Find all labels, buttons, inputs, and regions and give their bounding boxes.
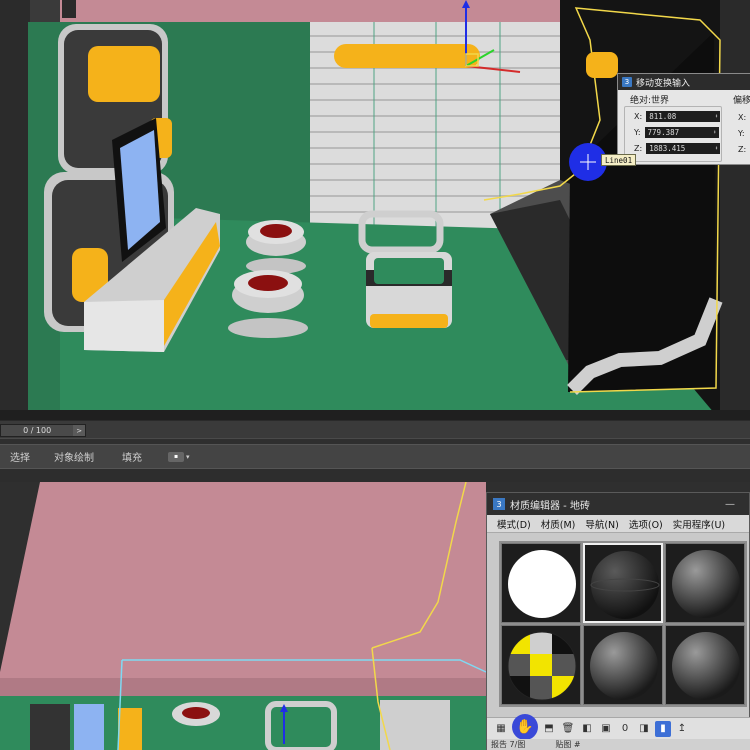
next-frame-arrow-icon[interactable]: > <box>73 427 85 435</box>
ribbon-tab-object-paint[interactable]: 对象绘制 <box>54 449 94 464</box>
absolute-world-label: 绝对:世界 <box>630 96 670 106</box>
chevron-down-icon[interactable]: ▾ <box>186 453 190 461</box>
menu-utilities[interactable]: 实用程序(U) <box>673 517 725 531</box>
go-to-parent-icon[interactable]: ↥ <box>674 721 690 737</box>
sample-slots-grid <box>499 541 747 707</box>
put-to-library-icon[interactable]: ▣ <box>598 721 614 737</box>
assign-material-icon[interactable]: ⬒ <box>541 721 557 737</box>
absolute-z-row: Z: 1883.415 ⬍ <box>634 143 721 154</box>
spinner-icon[interactable]: ⬍ <box>715 113 719 120</box>
3dsmax-logo-icon: 3 <box>493 498 505 510</box>
minimize-button[interactable]: — <box>725 499 735 510</box>
ribbon-tab-populate[interactable]: 填充 <box>122 449 142 464</box>
panel-separator <box>0 468 750 482</box>
app-root: 3 移动变换输入 绝对:世界 偏移 X: 811.08 ⬍ Y: 779.387 ⬍… <box>0 0 750 750</box>
material-editor-status: 报告 7/图 贴图 # <box>487 739 750 750</box>
menu-mode[interactable]: 模式(D) <box>497 517 531 531</box>
sample-slot-2[interactable] <box>583 543 663 623</box>
move-transform-type-in-dialog[interactable]: 3 移动变换输入 绝对:世界 偏移 X: 811.08 ⬍ Y: 779.387 ⬍… <box>617 73 750 165</box>
show-end-result-icon[interactable]: ▮ <box>655 720 671 737</box>
3dsmax-logo-icon: 3 <box>622 77 632 87</box>
material-editor-window[interactable]: 3 材质编辑器 - 地砖 — 模式(D) 材质(M) 导航(N) 选项(O) 实… <box>486 492 750 750</box>
offset-z-label: Z: <box>738 145 747 154</box>
delete-icon[interactable]: 🗑 <box>560 721 576 737</box>
material-editor-title: 材质编辑器 - 地砖 <box>510 500 590 512</box>
ceiling-slab-bottom <box>0 482 486 698</box>
z-label: Z: <box>634 144 643 153</box>
ribbon-tab-selection[interactable]: 选择 <box>10 449 30 464</box>
object-name-tooltip: Line01 <box>601 154 637 166</box>
x-label: X: <box>634 112 643 121</box>
menu-material[interactable]: 材质(M) <box>541 517 576 531</box>
ribbon-panel-icon[interactable]: ▪ <box>168 451 184 462</box>
dialog-title: 移动变换输入 <box>636 78 691 89</box>
absolute-x-row: X: 811.08 ⬍ <box>634 111 721 122</box>
sample-slot-6[interactable] <box>665 625 745 705</box>
sample-slot-3[interactable] <box>665 543 745 623</box>
spinner-icon[interactable]: ⬍ <box>713 129 717 136</box>
material-editor-toolbar: ▦ ✋ ⬒ 🗑 ◧ ▣ 0 ◨ ▮ ↥ <box>487 713 750 740</box>
absolute-z-field[interactable]: 1883.415 ⬍ <box>646 143 721 154</box>
sample-slot-1[interactable] <box>501 543 581 623</box>
material-id-icon[interactable]: 0 <box>617 721 633 737</box>
ribbon-tabs: 选择 对象绘制 填充 ▪ ▾ <box>0 444 750 468</box>
show-map-icon[interactable]: ◨ <box>636 721 652 737</box>
make-unique-icon[interactable]: ◧ <box>579 721 595 737</box>
offset-x-label: X: <box>738 113 747 122</box>
spinner-icon[interactable]: ⬍ <box>715 145 719 152</box>
material-editor-menubar: 模式(D) 材质(M) 导航(N) 选项(O) 实用程序(U) <box>487 515 749 533</box>
absolute-y-field[interactable]: 779.387 ⬍ <box>644 127 719 138</box>
dialog-titlebar[interactable]: 3 移动变换输入 <box>618 74 750 90</box>
y-label: Y: <box>634 128 641 137</box>
get-material-icon[interactable]: ▦ <box>493 721 509 737</box>
offset-y-label: Y: <box>738 129 745 138</box>
offset-label: 偏移 <box>732 96 750 106</box>
material-editor-titlebar[interactable]: 3 材质编辑器 - 地砖 — <box>487 493 749 515</box>
menu-options[interactable]: 选项(O) <box>629 517 663 531</box>
absolute-y-row: Y: 779.387 ⬍ <box>634 127 719 138</box>
perspective-viewport-top[interactable]: 3 移动变换输入 绝对:世界 偏移 X: 811.08 ⬍ Y: 779.387 ⬍… <box>0 0 750 420</box>
frame-counter: 0 / 100 <box>1 425 74 436</box>
sample-slot-4[interactable] <box>501 625 581 705</box>
absolute-x-field[interactable]: 811.08 ⬍ <box>646 111 721 122</box>
time-slider[interactable]: 0 / 100 > <box>0 424 86 437</box>
pan-hand-icon[interactable]: ✋ <box>512 713 538 740</box>
viewport-scene-top <box>0 0 750 420</box>
sample-slot-5[interactable] <box>583 625 663 705</box>
menu-navigation[interactable]: 导航(N) <box>585 517 619 531</box>
time-slider-bar: 0 / 100 > <box>0 420 750 445</box>
